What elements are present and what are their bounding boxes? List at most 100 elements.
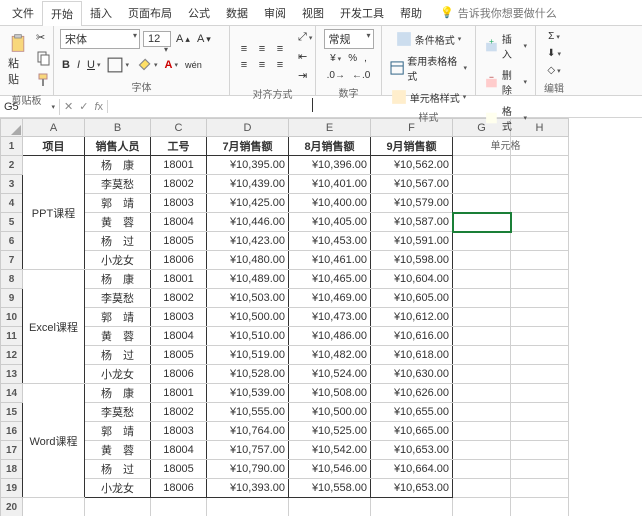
- row-header-13[interactable]: 13: [1, 365, 23, 384]
- table-header-cell[interactable]: 9月销售额: [371, 137, 453, 156]
- cell-G15[interactable]: [453, 403, 511, 422]
- percent-button[interactable]: %: [346, 51, 359, 66]
- format-painter-button[interactable]: [34, 70, 54, 90]
- cell-H17[interactable]: [511, 441, 569, 460]
- row-header-12[interactable]: 12: [1, 346, 23, 365]
- m8-cell[interactable]: ¥10,473.00: [289, 308, 371, 327]
- id-cell[interactable]: 18001: [151, 270, 207, 289]
- cell-H3[interactable]: [511, 175, 569, 194]
- underline-button[interactable]: U▾: [85, 57, 102, 73]
- m7-cell[interactable]: ¥10,555.00: [207, 403, 289, 422]
- name-cell[interactable]: 杨 过: [85, 346, 151, 365]
- id-cell[interactable]: 18005: [151, 346, 207, 365]
- row-header-8[interactable]: 8: [1, 270, 23, 289]
- cell-G10[interactable]: [453, 308, 511, 327]
- row-header-2[interactable]: 2: [1, 156, 23, 175]
- clear-button[interactable]: ◇▾: [545, 63, 562, 78]
- cell-H16[interactable]: [511, 422, 569, 441]
- cell-H8[interactable]: [511, 270, 569, 289]
- cut-button[interactable]: ✂: [34, 29, 54, 46]
- table-header-cell[interactable]: 7月销售额: [207, 137, 289, 156]
- cell-H11[interactable]: [511, 327, 569, 346]
- m9-cell[interactable]: ¥10,664.00: [371, 460, 453, 479]
- row-header-9[interactable]: 9: [1, 289, 23, 308]
- m8-cell[interactable]: ¥10,461.00: [289, 251, 371, 270]
- m7-cell[interactable]: ¥10,519.00: [207, 346, 289, 365]
- paste-button[interactable]: 粘贴: [6, 31, 30, 89]
- m7-cell[interactable]: ¥10,446.00: [207, 213, 289, 232]
- name-cell[interactable]: 黄 蓉: [85, 441, 151, 460]
- conditional-format-button[interactable]: 条件格式▾: [394, 29, 464, 49]
- name-cell[interactable]: 黄 蓉: [85, 327, 151, 346]
- cancel-formula-button[interactable]: ✕: [64, 100, 73, 113]
- m7-cell[interactable]: ¥10,757.00: [207, 441, 289, 460]
- menu-tab-0[interactable]: 文件: [4, 1, 42, 25]
- m8-cell[interactable]: ¥10,482.00: [289, 346, 371, 365]
- m7-cell[interactable]: ¥10,425.00: [207, 194, 289, 213]
- row-header-5[interactable]: 5: [1, 213, 23, 232]
- cell-G18[interactable]: [453, 460, 511, 479]
- row-header-10[interactable]: 10: [1, 308, 23, 327]
- autosum-button[interactable]: Σ▾: [546, 29, 562, 44]
- id-cell[interactable]: 18006: [151, 365, 207, 384]
- orientation-button[interactable]: ⤢▾: [296, 29, 314, 46]
- menu-tab-3[interactable]: 页面布局: [120, 1, 180, 25]
- cell[interactable]: [85, 498, 151, 516]
- cell[interactable]: [151, 498, 207, 516]
- insert-cells-button[interactable]: +插入▾: [482, 29, 529, 63]
- row-header-7[interactable]: 7: [1, 251, 23, 270]
- m8-cell[interactable]: ¥10,401.00: [289, 175, 371, 194]
- m8-cell[interactable]: ¥10,453.00: [289, 232, 371, 251]
- number-format-combo[interactable]: 常规: [324, 29, 374, 49]
- menu-tab-2[interactable]: 插入: [82, 1, 120, 25]
- m9-cell[interactable]: ¥10,604.00: [371, 270, 453, 289]
- m9-cell[interactable]: ¥10,618.00: [371, 346, 453, 365]
- indent-inc-button[interactable]: ⇥: [296, 67, 314, 84]
- fill-color-button[interactable]: ▾: [134, 55, 160, 75]
- m7-cell[interactable]: ¥10,395.00: [207, 156, 289, 175]
- col-header-E[interactable]: E: [289, 119, 371, 137]
- m9-cell[interactable]: ¥10,579.00: [371, 194, 453, 213]
- m9-cell[interactable]: ¥10,591.00: [371, 232, 453, 251]
- menu-tab-9[interactable]: 帮助: [392, 1, 430, 25]
- cell-H4[interactable]: [511, 194, 569, 213]
- m9-cell[interactable]: ¥10,653.00: [371, 479, 453, 498]
- cell-H2[interactable]: [511, 156, 569, 175]
- row-header-3[interactable]: 3: [1, 175, 23, 194]
- copy-button[interactable]: [34, 48, 54, 68]
- name-cell[interactable]: 小龙女: [85, 251, 151, 270]
- cell-G8[interactable]: [453, 270, 511, 289]
- m8-cell[interactable]: ¥10,400.00: [289, 194, 371, 213]
- col-header-B[interactable]: B: [85, 119, 151, 137]
- font-name-combo[interactable]: 宋体: [60, 29, 140, 49]
- formula-input[interactable]: [108, 96, 642, 117]
- bold-button[interactable]: B: [60, 57, 72, 73]
- decrease-font-button[interactable]: A▾: [195, 31, 213, 47]
- align-right-button[interactable]: ≡: [272, 58, 288, 72]
- m8-cell[interactable]: ¥10,525.00: [289, 422, 371, 441]
- m8-cell[interactable]: ¥10,396.00: [289, 156, 371, 175]
- id-cell[interactable]: 18005: [151, 232, 207, 251]
- row-header-6[interactable]: 6: [1, 232, 23, 251]
- name-cell[interactable]: 李莫愁: [85, 175, 151, 194]
- row-header-11[interactable]: 11: [1, 327, 23, 346]
- menu-tab-1[interactable]: 开始: [42, 1, 82, 26]
- name-box[interactable]: G5▾: [0, 99, 60, 115]
- cell-H15[interactable]: [511, 403, 569, 422]
- cell-H7[interactable]: [511, 251, 569, 270]
- id-cell[interactable]: 18005: [151, 460, 207, 479]
- id-cell[interactable]: 18004: [151, 441, 207, 460]
- table-header-cell[interactable]: 8月销售额: [289, 137, 371, 156]
- m8-cell[interactable]: ¥10,500.00: [289, 403, 371, 422]
- cell-H12[interactable]: [511, 346, 569, 365]
- font-size-combo[interactable]: 12: [143, 31, 171, 47]
- align-top-button[interactable]: ≡: [236, 42, 252, 56]
- id-cell[interactable]: 18002: [151, 403, 207, 422]
- delete-cells-button[interactable]: −删除▾: [482, 65, 529, 99]
- font-color-button[interactable]: A▾: [163, 57, 180, 73]
- cell-G3[interactable]: [453, 175, 511, 194]
- m7-cell[interactable]: ¥10,503.00: [207, 289, 289, 308]
- project-cell[interactable]: Word课程: [23, 384, 85, 498]
- m9-cell[interactable]: ¥10,655.00: [371, 403, 453, 422]
- table-format-button[interactable]: 套用表格格式▾: [388, 51, 469, 85]
